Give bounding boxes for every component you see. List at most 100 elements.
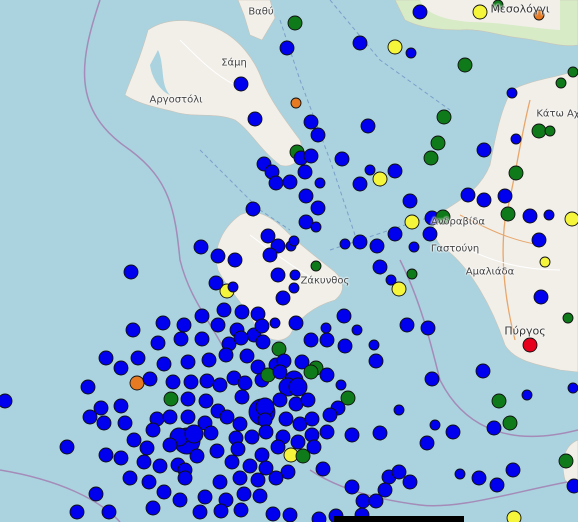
earthquake-marker[interactable] [297,164,313,180]
earthquake-marker[interactable] [270,267,286,283]
earthquake-marker[interactable] [219,409,235,425]
earthquake-marker[interactable] [491,393,507,409]
earthquake-marker[interactable] [129,375,145,391]
earthquake-marker[interactable] [189,448,205,464]
earthquake-marker[interactable] [510,133,522,145]
earthquake-marker[interactable] [163,391,179,407]
earthquake-marker[interactable] [290,434,306,450]
earthquake-marker[interactable] [156,356,172,372]
earthquake-marker[interactable] [393,404,405,416]
earthquake-marker[interactable] [245,201,261,217]
earthquake-marker[interactable] [364,164,376,176]
earthquake-marker[interactable] [372,171,388,187]
earthquake-marker[interactable] [247,111,263,127]
earthquake-marker[interactable] [265,506,281,522]
earthquake-marker[interactable] [352,234,368,250]
earthquake-marker[interactable] [232,470,248,486]
earthquake-marker[interactable] [126,432,142,448]
earthquake-marker[interactable] [436,109,452,125]
earthquake-marker[interactable] [387,39,403,55]
earthquake-marker[interactable] [310,200,326,216]
earthquake-marker[interactable] [98,350,114,366]
earthquake-marker[interactable] [306,439,322,455]
earthquake-marker[interactable] [250,472,266,488]
earthquake-marker[interactable] [290,97,302,109]
earthquake-marker[interactable] [69,504,85,520]
earthquake-marker[interactable] [471,470,487,486]
earthquake-marker[interactable] [476,192,492,208]
earthquake-marker[interactable] [201,352,217,368]
earthquake-marker[interactable] [391,464,407,480]
earthquake-marker[interactable] [423,150,439,166]
earthquake-marker[interactable] [288,235,300,247]
earthquake-marker[interactable] [270,439,286,455]
earthquake-marker[interactable] [460,187,476,203]
earthquake-marker[interactable] [319,367,335,383]
earthquake-marker[interactable] [282,174,298,190]
earthquake-marker[interactable] [424,371,440,387]
earthquake-marker[interactable] [230,441,246,457]
earthquake-marker[interactable] [404,214,420,230]
earthquake-marker[interactable] [531,232,547,248]
earthquake-marker[interactable] [268,470,284,486]
earthquake-marker[interactable] [82,409,98,425]
earthquake-marker[interactable] [236,486,252,502]
earthquake-marker[interactable] [150,335,166,351]
earthquake-marker[interactable] [233,502,249,518]
earthquake-marker[interactable] [80,379,96,395]
earthquake-marker[interactable] [262,247,278,263]
earthquake-marker[interactable] [472,4,488,20]
earthquake-marker[interactable] [139,440,155,456]
earthquake-marker[interactable] [508,165,524,181]
earthquake-marker[interactable] [402,193,418,209]
earthquake-marker[interactable] [522,208,538,224]
earthquake-marker[interactable] [352,35,368,51]
earthquake-marker[interactable] [232,416,248,432]
earthquake-marker[interactable] [162,409,178,425]
earthquake-marker[interactable] [123,264,139,280]
earthquake-marker[interactable] [0,393,13,409]
earthquake-marker[interactable] [242,458,258,474]
earthquake-marker[interactable] [199,373,215,389]
earthquake-marker[interactable] [303,114,319,130]
earthquake-marker[interactable] [314,177,326,189]
earthquake-marker[interactable] [533,289,549,305]
earthquake-marker[interactable] [420,320,436,336]
earthquake-marker[interactable] [531,123,547,139]
earthquake-marker[interactable] [213,503,229,519]
earthquake-marker[interactable] [88,486,104,502]
earthquake-marker[interactable] [429,419,441,431]
earthquake-marker[interactable] [336,308,352,324]
earthquake-marker[interactable] [408,241,420,253]
earthquake-marker[interactable] [254,318,270,334]
earthquake-marker[interactable] [269,317,281,329]
earthquake-marker[interactable] [272,364,288,380]
earthquake-marker[interactable] [145,422,161,438]
earthquake-marker[interactable] [422,226,438,242]
earthquake-marker[interactable] [567,382,578,394]
earthquake-marker[interactable] [155,315,171,331]
earthquake-marker[interactable] [391,281,407,297]
earthquake-marker[interactable] [486,420,502,436]
earthquake-marker[interactable] [184,424,204,444]
earthquake-marker[interactable] [351,324,363,336]
earthquake-marker[interactable] [279,40,295,56]
earthquake-marker[interactable] [344,427,360,443]
earthquake-marker[interactable] [335,379,347,391]
earthquake-marker[interactable] [244,429,260,445]
earthquake-marker[interactable] [419,435,435,451]
earthquake-marker[interactable] [130,350,146,366]
earthquake-marker[interactable] [193,239,209,255]
earthquake-marker[interactable] [282,507,298,522]
earthquake-marker[interactable] [334,151,350,167]
earthquake-marker[interactable] [502,415,518,431]
earthquake-marker[interactable] [101,504,117,520]
earthquake-marker[interactable] [268,175,284,191]
earthquake-marker[interactable] [555,77,567,89]
earthquake-marker[interactable] [500,206,516,222]
earthquake-marker[interactable] [272,392,288,408]
earthquake-marker[interactable] [198,393,214,409]
earthquake-marker[interactable] [562,312,574,324]
earthquake-marker[interactable] [216,302,232,318]
earthquake-marker[interactable] [303,332,319,348]
